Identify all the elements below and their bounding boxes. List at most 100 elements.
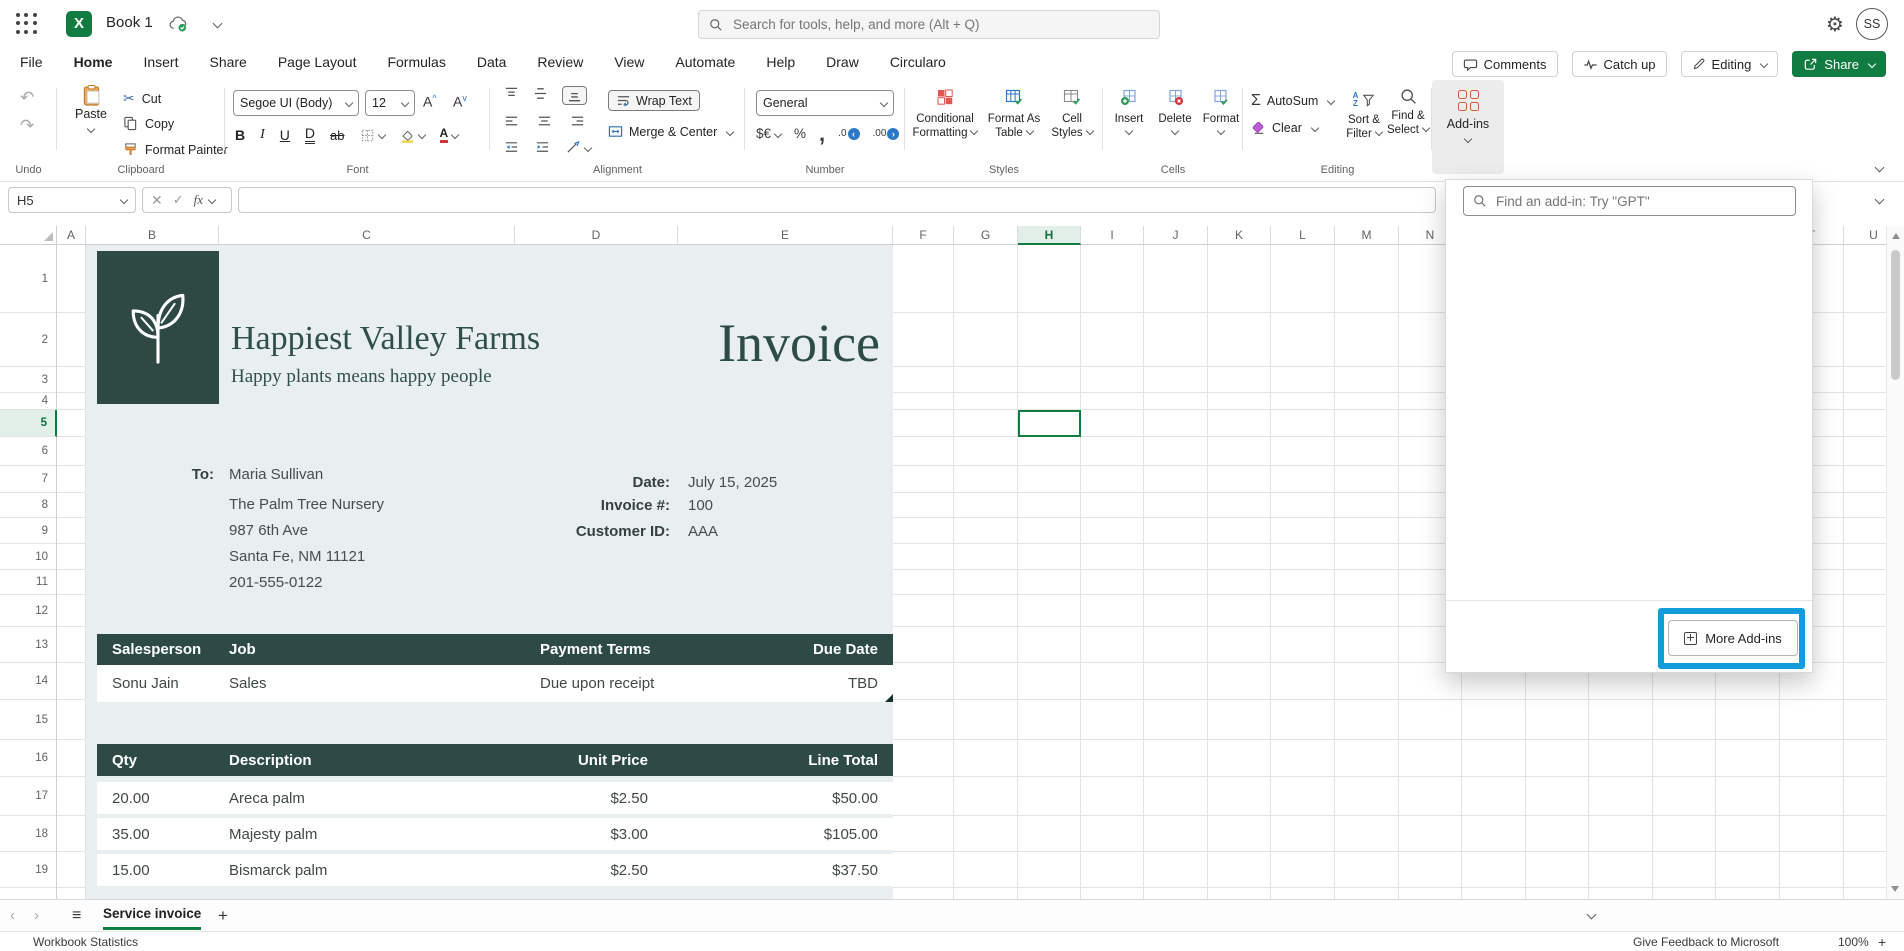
table-resize-handle[interactable]	[885, 694, 893, 702]
zoom-level[interactable]: 100%	[1838, 935, 1869, 949]
column-header-G[interactable]: G	[954, 226, 1018, 244]
column-header-H[interactable]: H	[1018, 226, 1081, 245]
row-header-4[interactable]: 4	[0, 393, 56, 410]
prev-sheet-icon[interactable]: ‹	[10, 907, 15, 924]
column-header-E[interactable]: E	[678, 226, 893, 244]
font-color-button[interactable]: A	[440, 127, 459, 143]
items-row[interactable]: 20.00Areca palm$2.50$50.00	[97, 782, 893, 814]
merge-center-button[interactable]: Merge & Center	[608, 124, 733, 139]
column-header-J[interactable]: J	[1144, 226, 1208, 244]
confirm-entry-icon[interactable]: ✓	[173, 192, 184, 208]
menu-automate[interactable]: Automate	[673, 50, 737, 74]
percent-format-button[interactable]: %	[794, 126, 806, 141]
formula-bar-expand-chevron-icon[interactable]	[1875, 195, 1885, 205]
align-center-icon[interactable]	[537, 114, 552, 129]
add-sheet-icon[interactable]: +	[218, 906, 228, 926]
ribbon-collapse-chevron-icon[interactable]	[1875, 163, 1885, 173]
currency-format-button[interactable]: $€	[756, 126, 781, 141]
row-header-1[interactable]: 1	[0, 245, 56, 313]
menu-home[interactable]: Home	[72, 50, 115, 74]
items-row[interactable]: 35.00Majesty palm$3.00$105.00	[97, 818, 893, 850]
scroll-down-icon[interactable]	[1891, 886, 1899, 892]
grow-font-icon[interactable]: A^	[423, 93, 437, 110]
row-header-2[interactable]: 2	[0, 313, 56, 367]
column-header-A[interactable]: A	[57, 226, 86, 244]
addins-search-input[interactable]	[1494, 193, 1786, 210]
column-header-C[interactable]: C	[219, 226, 515, 244]
conditional-formatting-button[interactable]: Conditional Formatting	[911, 88, 979, 140]
delete-cells-button[interactable]: Delete	[1153, 88, 1197, 140]
undo-icon[interactable]: ↶	[20, 88, 34, 108]
row-header-3[interactable]: 3	[0, 367, 56, 393]
find-select-button[interactable]: Find & Select	[1387, 88, 1429, 137]
align-left-icon[interactable]	[504, 114, 519, 129]
document-title[interactable]: Book 1	[106, 14, 153, 31]
global-search[interactable]	[698, 10, 1160, 39]
decrease-indent-icon[interactable]	[504, 140, 519, 155]
feedback-link[interactable]: Give Feedback to Microsoft	[1633, 935, 1779, 949]
excel-logo-icon[interactable]: X	[66, 11, 92, 37]
menu-review[interactable]: Review	[535, 50, 585, 74]
font-name-dropdown[interactable]: Segoe UI (Body)	[233, 90, 359, 116]
menu-circularo[interactable]: Circularo	[888, 50, 948, 74]
menu-file[interactable]: File	[18, 50, 45, 74]
paste-button[interactable]: Paste	[65, 84, 117, 139]
row-header-13[interactable]: 13	[0, 627, 56, 663]
insert-cells-button[interactable]: Insert	[1107, 88, 1151, 140]
wrap-text-button[interactable]: Wrap Text	[608, 90, 700, 111]
row-header-10[interactable]: 10	[0, 544, 56, 570]
row-header-8[interactable]: 8	[0, 493, 56, 518]
next-sheet-icon[interactable]: ›	[34, 907, 39, 924]
menu-formulas[interactable]: Formulas	[385, 50, 447, 74]
borders-button[interactable]	[360, 128, 385, 143]
comma-format-button[interactable]: ,	[819, 129, 825, 139]
search-input[interactable]	[731, 16, 1149, 33]
align-bottom-icon[interactable]	[562, 86, 587, 105]
scroll-up-icon[interactable]	[1892, 233, 1900, 239]
avatar[interactable]: SS	[1856, 8, 1888, 40]
addins-button[interactable]: Add-ins	[1432, 80, 1504, 174]
column-header-K[interactable]: K	[1208, 226, 1271, 244]
cell-styles-button[interactable]: Cell Styles	[1047, 88, 1097, 140]
comments-button[interactable]: Comments	[1452, 51, 1558, 77]
row-header-5[interactable]: 5	[0, 410, 57, 437]
menu-data[interactable]: Data	[475, 50, 509, 74]
settings-gear-icon[interactable]: ⚙	[1826, 12, 1844, 37]
text-orientation-icon[interactable]	[566, 140, 591, 155]
row-header-9[interactable]: 9	[0, 518, 56, 544]
app-launcher-icon[interactable]	[16, 13, 38, 35]
menu-view[interactable]: View	[612, 50, 646, 74]
row-header-7[interactable]: 7	[0, 466, 56, 493]
autosum-button[interactable]: Σ AutoSum	[1251, 92, 1334, 110]
redo-icon[interactable]: ↷	[20, 116, 34, 136]
zoom-in-button[interactable]: +	[1878, 934, 1886, 950]
row-header-11[interactable]: 11	[0, 570, 56, 595]
menu-share[interactable]: Share	[207, 50, 248, 74]
increase-indent-icon[interactable]	[535, 140, 550, 155]
row-header-14[interactable]: 14	[0, 663, 56, 700]
clear-button[interactable]: Clear	[1251, 120, 1318, 135]
name-box[interactable]: H5	[8, 187, 136, 213]
insert-function-icon[interactable]: fx	[194, 192, 203, 208]
vertical-scrollbar[interactable]	[1886, 226, 1904, 899]
scrollbar-thumb[interactable]	[1891, 250, 1900, 380]
cut-button[interactable]: ✂Cut	[123, 90, 161, 107]
items-row[interactable]: 15.00Bismarck palm$2.50$37.50	[97, 854, 893, 886]
column-header-D[interactable]: D	[515, 226, 678, 244]
copy-button[interactable]: Copy	[123, 116, 174, 131]
catch-up-button[interactable]: Catch up	[1572, 51, 1667, 77]
column-header-F[interactable]: F	[893, 226, 954, 244]
column-header-L[interactable]: L	[1271, 226, 1335, 244]
tabbar-options-chevron-icon[interactable]	[1587, 910, 1597, 920]
format-cells-button[interactable]: Format	[1199, 88, 1243, 140]
column-header-M[interactable]: M	[1335, 226, 1399, 244]
number-format-dropdown[interactable]: General	[756, 90, 894, 116]
row-header-12[interactable]: 12	[0, 595, 56, 627]
sort-filter-button[interactable]: AZ Sort & Filter	[1343, 88, 1385, 141]
document-menu-chevron-icon[interactable]	[213, 19, 223, 29]
font-size-dropdown[interactable]: 12	[365, 90, 415, 116]
formula-input[interactable]	[238, 187, 1436, 213]
menu-help[interactable]: Help	[764, 50, 797, 74]
row-header-19[interactable]: 19	[0, 852, 56, 888]
row-header-16[interactable]: 16	[0, 740, 56, 777]
